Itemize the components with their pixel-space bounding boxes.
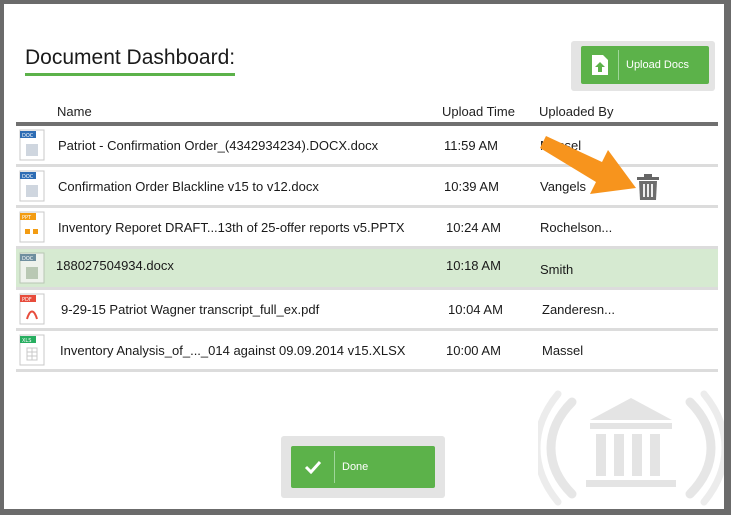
uploaded-by: Zanderesn... — [542, 302, 615, 317]
svg-text:DOC: DOC — [22, 256, 34, 262]
column-header-upload-time[interactable]: Upload Time — [442, 104, 515, 119]
upload-time: 11:59 AM — [444, 138, 498, 153]
uploaded-by: Massel — [542, 343, 584, 358]
upload-icon — [581, 50, 619, 80]
done-button-frame: Done — [281, 436, 445, 498]
uploaded-by: Smith — [540, 262, 574, 277]
checkmark-icon — [291, 451, 335, 483]
file-name[interactable]: Confirmation Order Blackline v15 to v12.… — [58, 179, 319, 194]
file-name[interactable]: Inventory Analysis_of_..._014 against 09… — [60, 343, 405, 358]
svg-text:DOC: DOC — [22, 174, 34, 180]
doc-file-icon: DOC — [19, 170, 45, 202]
file-name[interactable]: Inventory Reporet DRAFT...13th of 25-off… — [58, 220, 405, 235]
table-row[interactable]: XLS Inventory Analysis_of_..._014 agains… — [16, 331, 718, 372]
page-title: Document Dashboard: — [25, 46, 236, 76]
xls-file-icon: XLS — [19, 334, 45, 366]
ppt-file-icon: PPT — [19, 211, 45, 243]
table-row-selected[interactable]: DOC 188027504934.docx 10:18 AM Smith — [16, 249, 718, 290]
upload-time: 10:18 AM — [446, 258, 501, 273]
file-name[interactable]: 188027504934.docx — [56, 258, 174, 273]
table-row[interactable]: PDF 9-29-15 Patriot Wagner transcript_fu… — [16, 290, 718, 331]
svg-text:PPT: PPT — [22, 215, 32, 221]
done-label: Done — [342, 461, 369, 473]
upload-button-frame: Upload Docs — [571, 41, 715, 91]
upload-time: 10:00 AM — [446, 343, 501, 358]
document-dashboard-panel: Document Dashboard: Upload Docs Name Upl… — [4, 4, 724, 509]
doc-file-icon: DOC — [19, 252, 45, 284]
pdf-file-icon: PDF — [19, 293, 45, 325]
upload-docs-button[interactable]: Upload Docs — [581, 46, 709, 84]
done-button[interactable]: Done — [291, 446, 435, 488]
column-header-uploaded-by[interactable]: Uploaded By — [539, 104, 613, 119]
doc-file-icon: DOC — [19, 129, 45, 161]
svg-text:DOC: DOC — [22, 133, 34, 139]
svg-text:XLS: XLS — [22, 338, 31, 344]
file-name[interactable]: Patriot - Confirmation Order_(4342934234… — [58, 138, 378, 153]
upload-time: 10:24 AM — [446, 220, 501, 235]
trash-icon[interactable] — [637, 174, 659, 200]
table-row[interactable]: PPT Inventory Reporet DRAFT...13th of 25… — [16, 208, 718, 249]
svg-text:PDF: PDF — [22, 297, 32, 303]
column-header-name[interactable]: Name — [57, 104, 92, 119]
courthouse-watermark-icon — [538, 390, 724, 506]
upload-time: 10:39 AM — [444, 179, 499, 194]
uploaded-by: Rochelson... — [540, 220, 613, 235]
upload-time: 10:04 AM — [448, 302, 503, 317]
upload-docs-label: Upload Docs — [626, 59, 689, 71]
file-name[interactable]: 9-29-15 Patriot Wagner transcript_full_e… — [61, 302, 319, 317]
